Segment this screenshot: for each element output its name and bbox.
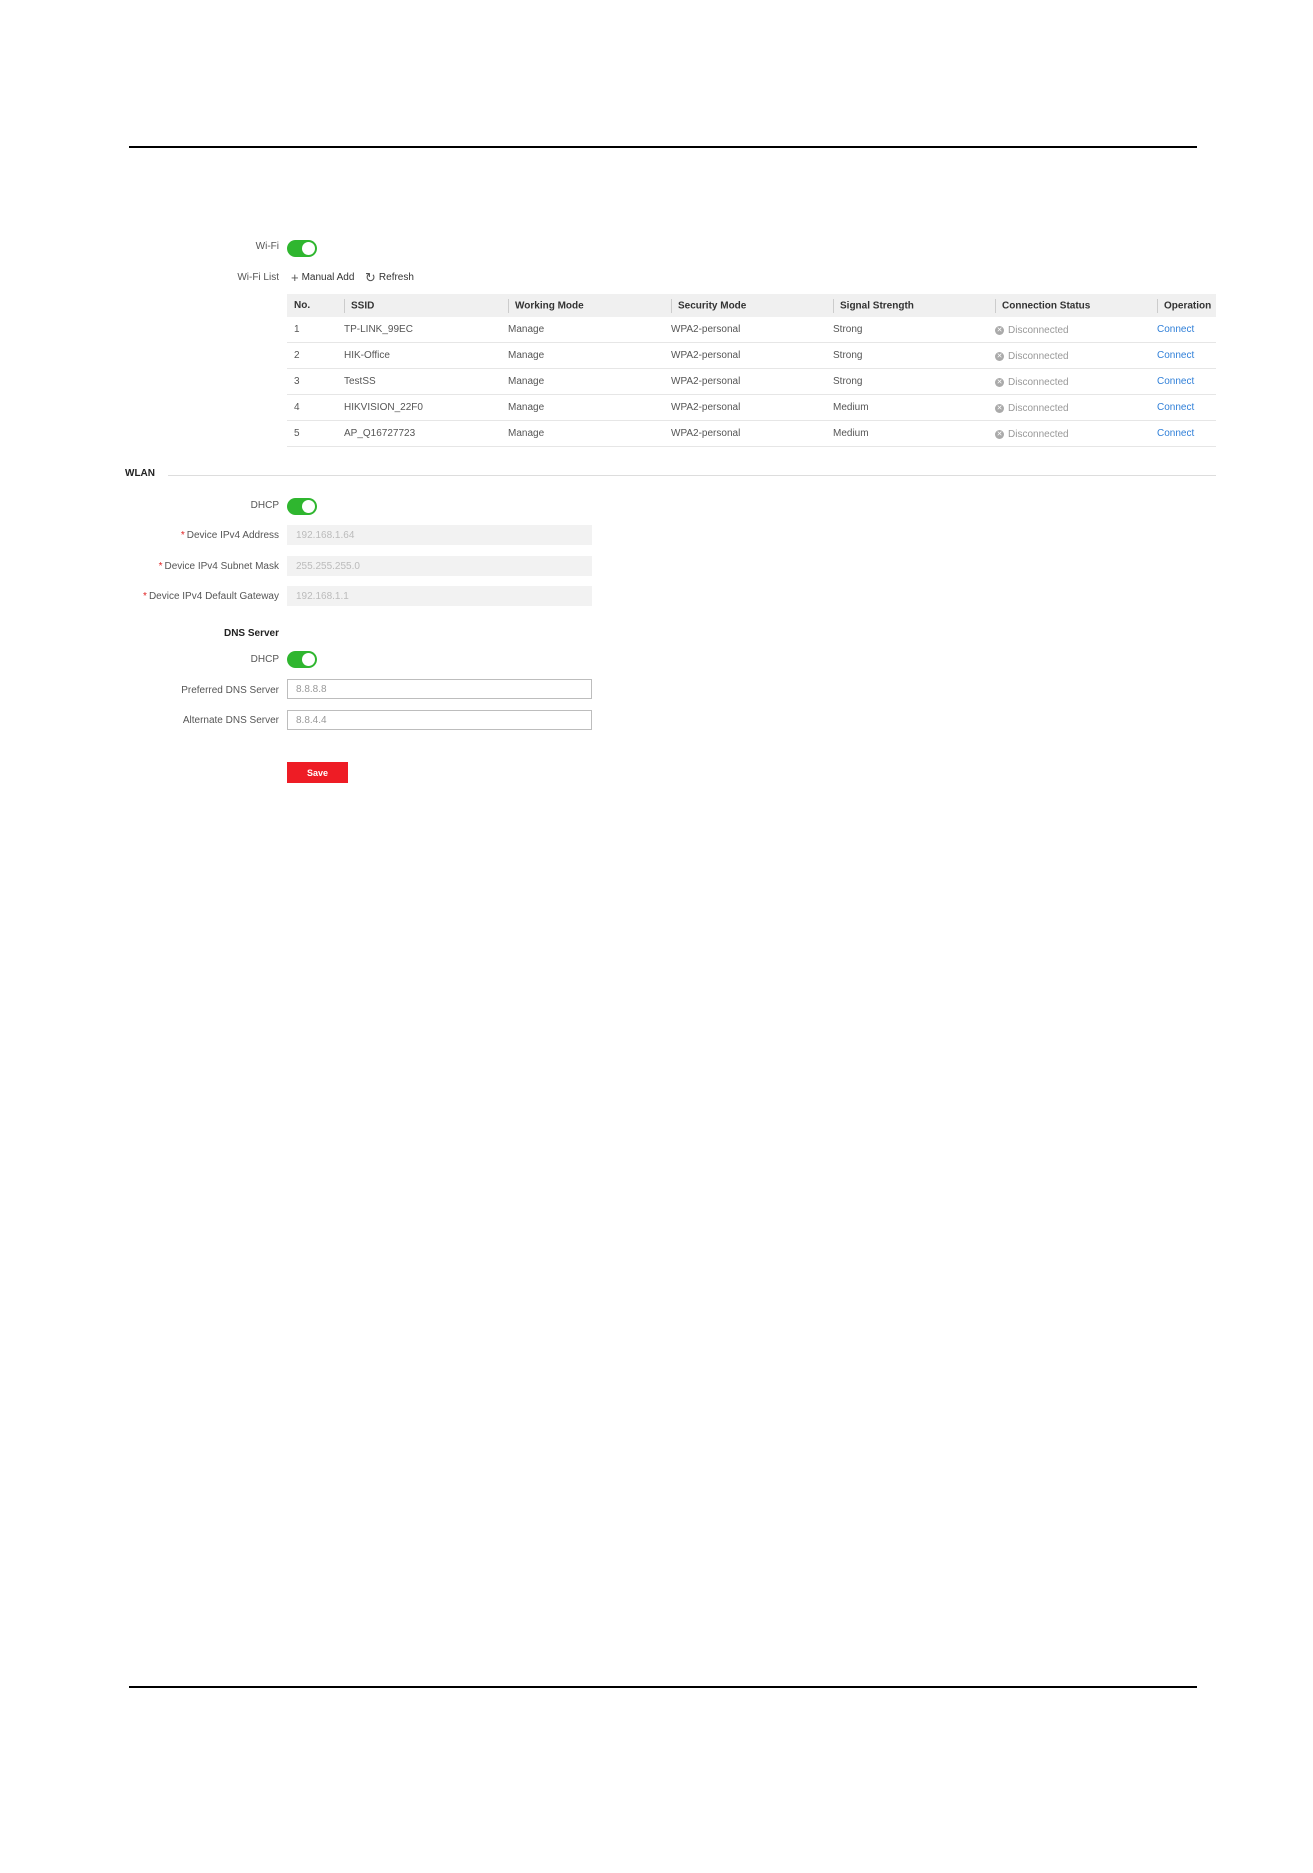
default-gateway-label: * Device IPv4 Default Gateway xyxy=(143,591,279,602)
refresh-button[interactable]: ↻ Refresh xyxy=(365,269,414,285)
cell-ssid: HIKVISION_22F0 xyxy=(337,394,501,421)
cell-signal: Strong xyxy=(826,342,988,369)
wifi-label: Wi-Fi xyxy=(255,241,279,252)
connect-link[interactable]: Connect xyxy=(1157,350,1194,361)
wifi-toggle[interactable] xyxy=(287,240,317,257)
ipv4-address-field[interactable] xyxy=(287,525,592,545)
preferred-dns-label: Preferred DNS Server xyxy=(181,685,279,696)
cell-signal: Medium xyxy=(826,394,988,421)
cell-no: 2 xyxy=(287,342,337,369)
cell-mode: Manage xyxy=(501,317,664,343)
disconnected-icon: ✕ xyxy=(995,403,1004,413)
cell-status: ✕ Disconnected xyxy=(988,420,1150,447)
cell-no: 3 xyxy=(287,368,337,395)
disconnected-icon: ✕ xyxy=(995,351,1004,361)
refresh-label: Refresh xyxy=(378,272,414,283)
cell-ssid: AP_Q16727723 xyxy=(337,420,501,447)
cell-no: 4 xyxy=(287,394,337,421)
col-ssid: SSID xyxy=(337,294,501,317)
connect-link[interactable]: Connect xyxy=(1157,376,1194,387)
cell-mode: Manage xyxy=(501,342,664,369)
subnet-mask-label: * Device IPv4 Subnet Mask xyxy=(158,561,279,572)
cell-status: ✕ Disconnected xyxy=(988,317,1150,343)
dns-server-title: DNS Server xyxy=(223,628,279,639)
cell-signal: Strong xyxy=(826,368,988,395)
cell-no: 1 xyxy=(287,317,337,343)
alternate-dns-label: Alternate DNS Server xyxy=(182,715,279,726)
dns-dhcp-label: DHCP xyxy=(250,654,279,665)
wlan-dhcp-label: DHCP xyxy=(250,500,279,511)
col-working-mode: Working Mode xyxy=(501,294,664,317)
cell-security: WPA2-personal xyxy=(664,420,826,447)
cell-operation: Connect xyxy=(1150,317,1216,343)
cell-security: WPA2-personal xyxy=(664,342,826,369)
col-no: No. xyxy=(287,294,337,317)
header-rule xyxy=(129,146,1197,148)
refresh-icon: ↻ xyxy=(365,269,376,285)
cell-status: ✕ Disconnected xyxy=(988,394,1150,421)
col-connection-status: Connection Status xyxy=(988,294,1150,317)
cell-mode: Manage xyxy=(501,368,664,395)
manual-add-label: Manual Add xyxy=(301,272,355,283)
cell-mode: Manage xyxy=(501,420,664,447)
wlan-divider xyxy=(168,475,1216,476)
cell-signal: Medium xyxy=(826,420,988,447)
cell-security: WPA2-personal xyxy=(664,368,826,395)
table-row: 5 AP_Q16727723 Manage WPA2-personal Medi… xyxy=(287,420,1216,447)
cell-operation: Connect xyxy=(1150,394,1216,421)
cell-ssid: TestSS xyxy=(337,368,501,395)
disconnected-icon: ✕ xyxy=(995,325,1004,335)
wifi-list-label: Wi-Fi List xyxy=(237,272,279,283)
default-gateway-field[interactable] xyxy=(287,586,592,606)
connect-link[interactable]: Connect xyxy=(1157,428,1194,439)
ipv4-address-label: * Device IPv4 Address xyxy=(180,530,279,541)
save-button[interactable]: Save xyxy=(287,762,348,783)
cell-status: ✕ Disconnected xyxy=(988,368,1150,395)
preferred-dns-field[interactable] xyxy=(287,679,592,699)
cell-mode: Manage xyxy=(501,394,664,421)
table-header-row: No. SSID Working Mode Security Mode Sign… xyxy=(287,294,1216,317)
cell-status: ✕ Disconnected xyxy=(988,342,1150,369)
cell-operation: Connect xyxy=(1150,420,1216,447)
alternate-dns-field[interactable] xyxy=(287,710,592,730)
cell-ssid: HIK-Office xyxy=(337,342,501,369)
manual-add-button[interactable]: + Manual Add xyxy=(291,269,355,285)
cell-signal: Strong xyxy=(826,317,988,343)
connect-link[interactable]: Connect xyxy=(1157,402,1194,413)
col-signal-strength: Signal Strength xyxy=(826,294,988,317)
dns-dhcp-toggle[interactable] xyxy=(287,651,317,668)
cell-operation: Connect xyxy=(1150,342,1216,369)
disconnected-icon: ✕ xyxy=(995,377,1004,387)
plus-icon: + xyxy=(291,269,299,285)
table-row: 3 TestSS Manage WPA2-personal Strong ✕ Di… xyxy=(287,368,1216,395)
subnet-mask-field[interactable] xyxy=(287,556,592,576)
cell-ssid: TP-LINK_99EC xyxy=(337,317,501,343)
table-row: 2 HIK-Office Manage WPA2-personal Strong… xyxy=(287,342,1216,369)
footer-rule xyxy=(129,1686,1197,1688)
wlan-dhcp-toggle[interactable] xyxy=(287,498,317,515)
wlan-section-title: WLAN xyxy=(125,468,155,479)
wifi-table: No. SSID Working Mode Security Mode Sign… xyxy=(287,294,1216,447)
table-row: 1 TP-LINK_99EC Manage WPA2-personal Stro… xyxy=(287,317,1216,343)
table-row: 4 HIKVISION_22F0 Manage WPA2-personal Me… xyxy=(287,394,1216,421)
connect-link[interactable]: Connect xyxy=(1157,324,1194,335)
col-security-mode: Security Mode xyxy=(664,294,826,317)
disconnected-icon: ✕ xyxy=(995,429,1004,439)
cell-security: WPA2-personal xyxy=(664,394,826,421)
cell-operation: Connect xyxy=(1150,368,1216,395)
cell-no: 5 xyxy=(287,420,337,447)
cell-security: WPA2-personal xyxy=(664,317,826,343)
col-operation: Operation xyxy=(1150,294,1216,317)
